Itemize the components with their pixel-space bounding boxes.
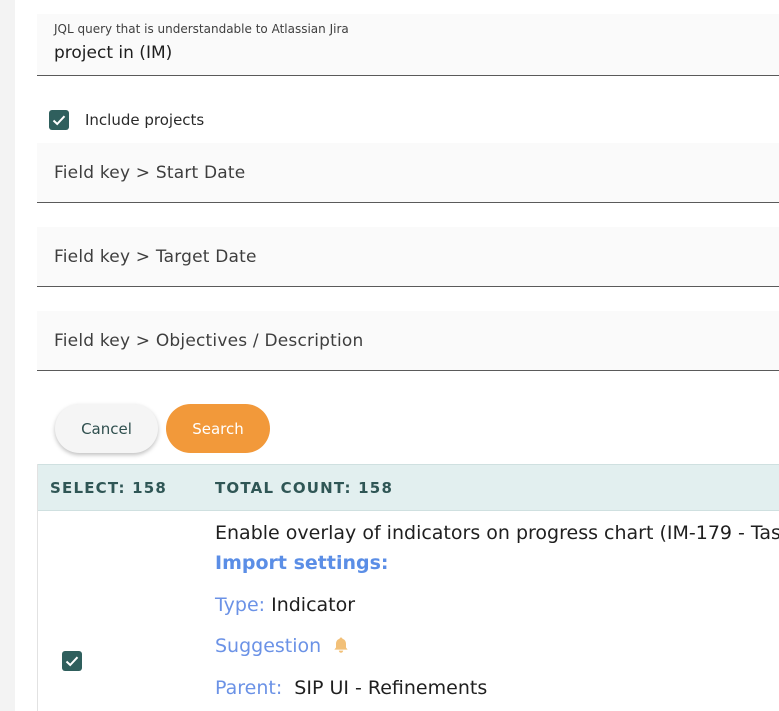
table-header: SELECT: 158 TOTAL COUNT: 158	[38, 464, 779, 511]
row-select-checkbox[interactable]	[62, 651, 82, 671]
objectives-description-field[interactable]: Field key > Objectives / Description	[37, 311, 779, 371]
jira-import-panel: JQL query that is understandable to Atla…	[15, 0, 779, 711]
start-date-field[interactable]: Field key > Start Date	[37, 143, 779, 203]
include-projects-checkbox[interactable]	[49, 110, 69, 130]
issue-type: Type: Indicator	[215, 594, 355, 616]
type-label: Type:	[215, 594, 266, 616]
jql-query-value[interactable]: project in (IM)	[54, 43, 172, 63]
parent-label: Parent:	[215, 677, 283, 699]
cancel-button[interactable]: Cancel	[55, 404, 158, 453]
search-button[interactable]: Search	[166, 404, 270, 453]
parent-value: SIP UI - Refinements	[294, 677, 488, 699]
jql-query-field[interactable]: JQL query that is understandable to Atla…	[37, 14, 779, 76]
total-count-header: TOTAL COUNT: 158	[215, 479, 394, 497]
start-date-placeholder: Field key > Start Date	[54, 163, 246, 183]
suggestion[interactable]: Suggestion	[215, 635, 349, 657]
table-row: Enable overlay of indicators on progress…	[38, 510, 779, 711]
objectives-description-placeholder: Field key > Objectives / Description	[54, 331, 364, 351]
target-date-placeholder: Field key > Target Date	[54, 247, 257, 267]
target-date-field[interactable]: Field key > Target Date	[37, 227, 779, 287]
checkmark-icon	[65, 656, 79, 667]
select-count-header[interactable]: SELECT: 158	[50, 479, 167, 497]
results-table: SELECT: 158 TOTAL COUNT: 158 Enable over…	[37, 464, 779, 711]
type-value: Indicator	[271, 594, 356, 616]
jql-query-label: JQL query that is understandable to Atla…	[54, 22, 349, 36]
issue-title: Enable overlay of indicators on progress…	[215, 522, 779, 544]
bell-icon	[334, 637, 348, 653]
include-projects-label: Include projects	[85, 111, 205, 129]
import-settings-label: Import settings:	[215, 552, 389, 574]
issue-parent: Parent: SIP UI - Refinements	[215, 677, 487, 699]
checkmark-icon	[52, 115, 66, 126]
suggestion-label[interactable]: Suggestion	[215, 635, 321, 657]
